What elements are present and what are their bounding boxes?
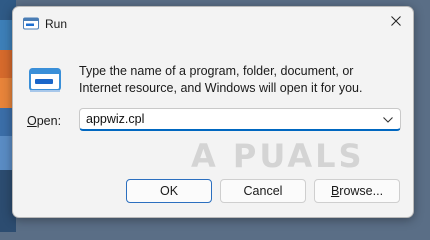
open-label-text: pen: <box>36 114 62 128</box>
browse-button[interactable]: Browse... <box>314 179 400 203</box>
close-icon <box>391 13 401 31</box>
run-dialog: Run Type the name of a program, folder, … <box>12 6 414 218</box>
chevron-down-icon <box>383 110 393 128</box>
open-input[interactable] <box>80 109 382 129</box>
browse-accelerator: B <box>330 184 340 198</box>
dropdown-button[interactable] <box>379 110 397 128</box>
open-label-accelerator: O <box>27 114 37 128</box>
browse-label: rowse... <box>339 184 384 198</box>
ok-button[interactable]: OK <box>126 179 212 203</box>
window-title: Run <box>45 17 68 31</box>
cancel-button[interactable]: Cancel <box>220 179 306 203</box>
button-bar: OK Cancel Browse... <box>13 167 413 217</box>
title-bar: Run <box>13 7 413 39</box>
run-app-icon <box>23 17 39 31</box>
close-button[interactable] <box>385 11 407 33</box>
run-icon <box>29 67 63 93</box>
open-combobox[interactable] <box>79 108 401 131</box>
open-label: Open: <box>27 114 61 128</box>
run-description: Type the name of a program, folder, docu… <box>79 64 363 95</box>
